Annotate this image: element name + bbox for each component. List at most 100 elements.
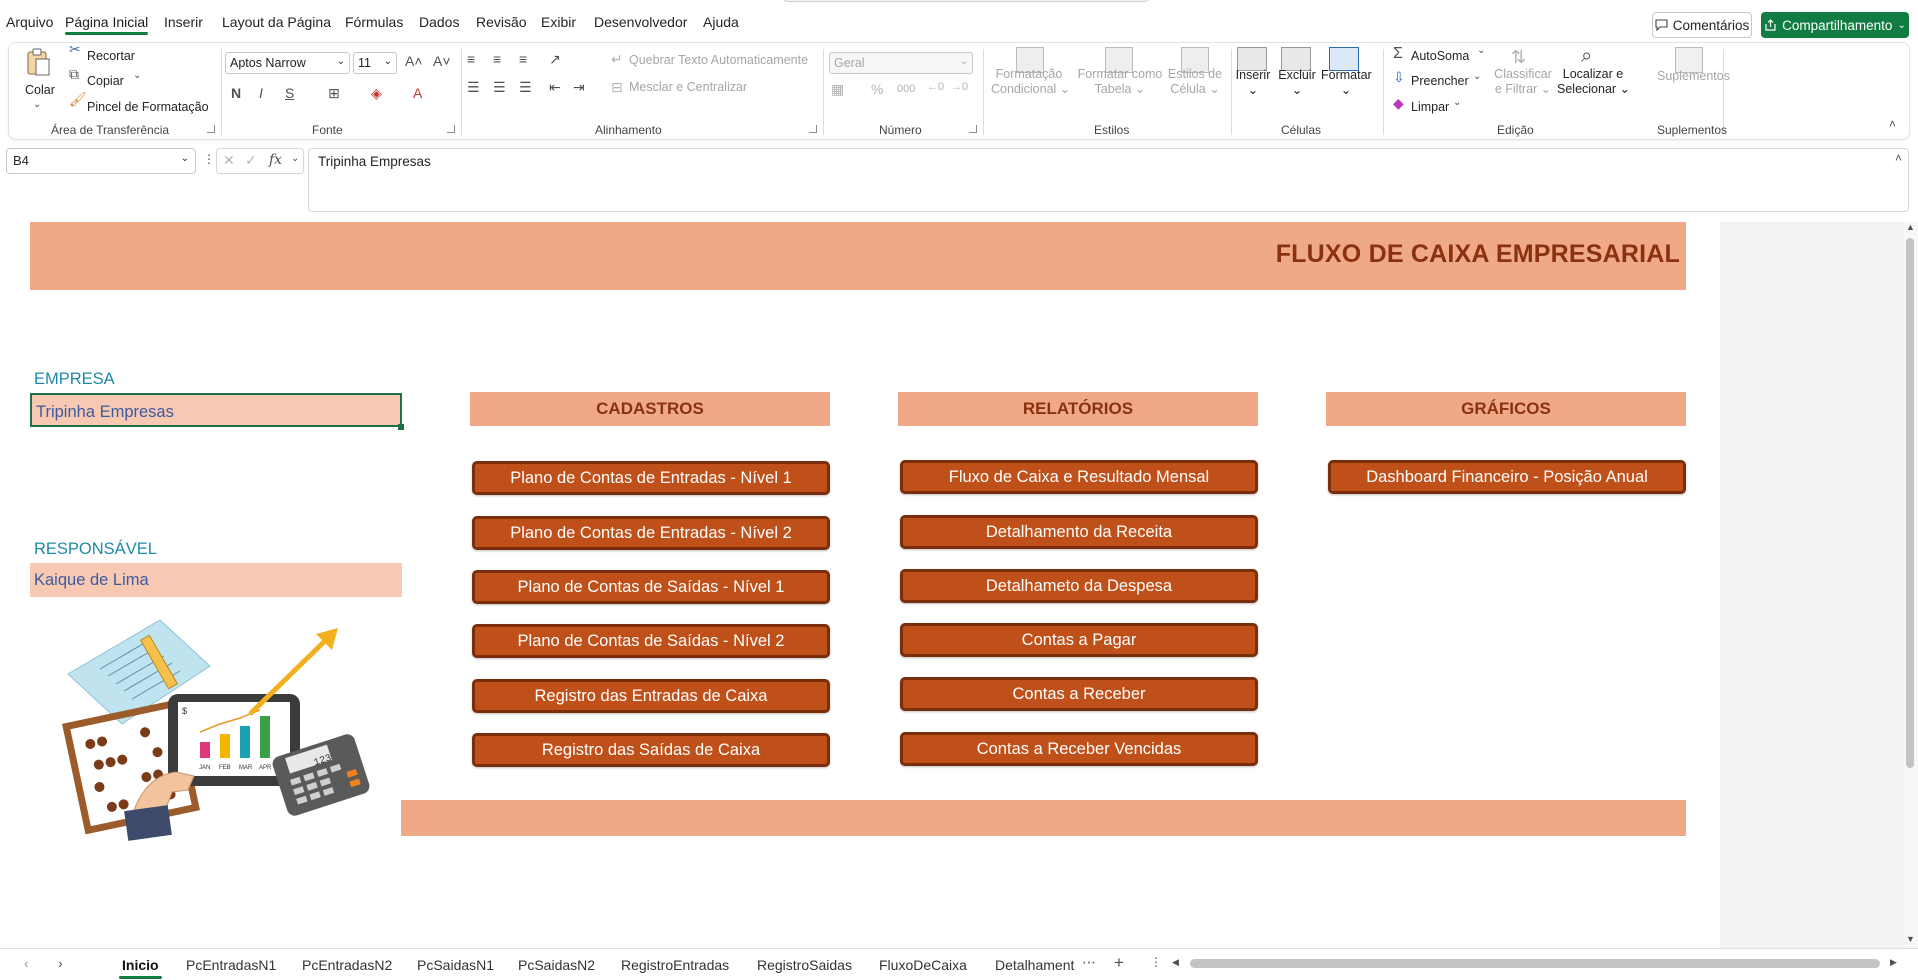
search-box[interactable] xyxy=(782,0,1150,2)
fill-color-icon[interactable]: ◈ xyxy=(371,85,382,102)
more-options-icon[interactable]: ⋮ xyxy=(203,152,215,166)
dashboard-financeiro-button[interactable]: Dashboard Financeiro - Posição Anual xyxy=(1328,460,1686,494)
detalhamento-receita-button[interactable]: Detalhamento da Receita xyxy=(900,515,1258,549)
contas-receber-button[interactable]: Contas a Receber xyxy=(900,677,1258,711)
name-box[interactable]: B4 ⌄ xyxy=(6,148,196,174)
format-painter-button[interactable]: Pincel de Formatação xyxy=(87,100,209,114)
menu-dados[interactable]: Dados xyxy=(419,14,459,30)
clear-dropdown-icon[interactable]: ⌄ xyxy=(1453,97,1461,108)
fill-handle[interactable] xyxy=(398,424,404,430)
cell-styles-button[interactable]: Estilos de Célula ⌄ xyxy=(1165,67,1225,97)
currency-icon[interactable]: ▦ xyxy=(831,81,844,98)
horizontal-scroll-thumb[interactable] xyxy=(1190,959,1880,968)
contas-receber-vencidas-button[interactable]: Contas a Receber Vencidas xyxy=(900,732,1258,766)
decrease-indent-icon[interactable]: ⇤ xyxy=(549,79,561,96)
expand-formula-icon[interactable]: ˄ xyxy=(1895,151,1902,165)
fill-dropdown-icon[interactable]: ⌄ xyxy=(1473,71,1481,82)
menu-formulas[interactable]: Fórmulas xyxy=(345,14,403,30)
paste-icon[interactable] xyxy=(25,47,51,77)
addins-button[interactable]: Suplementos xyxy=(1657,69,1730,84)
share-button[interactable]: Compartilhamento ⌄ xyxy=(1761,12,1909,38)
font-color-icon[interactable]: A xyxy=(413,85,422,101)
plano-entradas-n2-button[interactable]: Plano de Contas de Entradas - Nível 2 xyxy=(472,516,830,550)
orientation-icon[interactable]: ↗ xyxy=(549,51,561,68)
align-center-icon[interactable]: ☰ xyxy=(493,79,506,96)
next-sheet-icon[interactable]: › xyxy=(58,955,63,971)
bold-button[interactable]: N xyxy=(231,85,241,101)
plano-entradas-n1-button[interactable]: Plano de Contas de Entradas - Nível 1 xyxy=(472,461,830,495)
delete-cells-button[interactable]: Excluir ⌄ xyxy=(1275,68,1319,98)
font-name-select[interactable]: Aptos Narrow ⌄ xyxy=(225,52,350,74)
insert-function-icon[interactable]: fx xyxy=(269,152,282,168)
scroll-down-icon[interactable]: ▼ xyxy=(1906,934,1915,944)
menu-layout[interactable]: Layout da Página xyxy=(222,14,331,30)
tab-inicio[interactable]: Inicio xyxy=(119,957,162,979)
comments-button[interactable]: Comentários xyxy=(1652,12,1752,38)
tab-pcsaidasn2[interactable]: PcSaidasN2 xyxy=(518,957,595,973)
menu-arquivo[interactable]: Arquivo xyxy=(6,14,53,30)
autosum-dropdown-icon[interactable]: ⌄ xyxy=(1477,45,1485,56)
menu-desenvolvedor[interactable]: Desenvolvedor xyxy=(594,14,687,30)
scroll-up-icon[interactable]: ▲ xyxy=(1906,222,1915,232)
fluxo-caixa-mensal-button[interactable]: Fluxo de Caixa e Resultado Mensal xyxy=(900,460,1258,494)
scroll-left-icon[interactable]: ◀ xyxy=(1172,957,1179,968)
clipboard-launcher-icon[interactable] xyxy=(207,125,215,133)
enter-icon[interactable]: ✓ xyxy=(245,152,257,169)
tab-registroentradas[interactable]: RegistroEntradas xyxy=(621,957,729,973)
tab-registrosaidas[interactable]: RegistroSaidas xyxy=(757,957,852,973)
fill-button[interactable]: Preencher xyxy=(1411,74,1469,88)
tab-detalhament[interactable]: Detalhament xyxy=(995,957,1075,973)
menu-pagina-inicial[interactable]: Página Inicial xyxy=(65,14,149,35)
find-select-button[interactable]: Localizar e Selecionar ⌄ xyxy=(1557,67,1630,97)
sort-filter-button[interactable]: Classificar e Filtrar ⌄ xyxy=(1493,67,1553,97)
increase-decimal-icon[interactable]: ←0 xyxy=(927,81,944,93)
formula-input[interactable]: Tripinha Empresas ˄ xyxy=(308,148,1909,212)
tab-pcentradasn1[interactable]: PcEntradasN1 xyxy=(186,957,276,973)
font-launcher-icon[interactable] xyxy=(447,125,455,133)
menu-exibir[interactable]: Exibir xyxy=(541,14,576,30)
more-sheets-icon[interactable]: ⋯ xyxy=(1082,954,1096,971)
insert-cells-button[interactable]: Inserir ⌄ xyxy=(1231,68,1275,98)
number-format-select[interactable]: Geral ⌄ xyxy=(829,52,973,74)
company-field[interactable]: Tripinha Empresas xyxy=(30,393,402,427)
collapse-ribbon-icon[interactable]: ˄ xyxy=(1889,117,1896,131)
add-sheet-icon[interactable]: + xyxy=(1114,953,1124,973)
menu-inserir[interactable]: Inserir xyxy=(164,14,203,30)
font-size-select[interactable]: 11 ⌄ xyxy=(353,52,397,74)
responsible-field[interactable]: Kaique de Lima xyxy=(30,563,402,597)
registro-entradas-button[interactable]: Registro das Entradas de Caixa xyxy=(472,679,830,713)
underline-button[interactable]: S xyxy=(285,85,294,101)
align-left-icon[interactable]: ☰ xyxy=(467,79,480,96)
increase-indent-icon[interactable]: ⇥ xyxy=(573,79,585,96)
borders-icon[interactable]: ⊞ xyxy=(328,85,340,102)
menu-revisao[interactable]: Revisão xyxy=(476,14,527,30)
scroll-right-icon[interactable]: ▶ xyxy=(1890,957,1897,968)
align-right-icon[interactable]: ☰ xyxy=(519,79,532,96)
registro-saidas-button[interactable]: Registro das Saídas de Caixa xyxy=(472,733,830,767)
thousands-icon[interactable]: 000 xyxy=(897,83,915,95)
tab-pcsaidasn1[interactable]: PcSaidasN1 xyxy=(417,957,494,973)
decrease-decimal-icon[interactable]: →0 xyxy=(951,81,968,93)
plano-saidas-n1-button[interactable]: Plano de Contas de Saídas - Nível 1 xyxy=(472,570,830,604)
paste-button[interactable]: Colar xyxy=(25,83,55,98)
chevron-down-icon[interactable]: ⌄ xyxy=(291,153,299,164)
format-cells-button[interactable]: Formatar ⌄ xyxy=(1321,68,1372,98)
tab-pcentradasn2[interactable]: PcEntradasN2 xyxy=(302,957,392,973)
wrap-text-button[interactable]: Quebrar Texto Automaticamente xyxy=(629,53,808,67)
detalhamento-despesa-button[interactable]: Detalhameto da Despesa xyxy=(900,569,1258,603)
grow-font-icon[interactable]: A˄ xyxy=(405,53,423,69)
tab-fluxodecaixa[interactable]: FluxoDeCaixa xyxy=(879,957,967,973)
shrink-font-icon[interactable]: A˅ xyxy=(433,53,451,69)
number-launcher-icon[interactable] xyxy=(969,125,977,133)
sheet-options-icon[interactable]: ⋮ xyxy=(1150,955,1162,969)
align-middle-icon[interactable]: ≡ xyxy=(493,51,501,67)
menu-ajuda[interactable]: Ajuda xyxy=(703,14,739,30)
contas-pagar-button[interactable]: Contas a Pagar xyxy=(900,623,1258,657)
align-top-icon[interactable]: ≡ xyxy=(467,51,475,67)
plano-saidas-n2-button[interactable]: Plano de Contas de Saídas - Nível 2 xyxy=(472,624,830,658)
italic-button[interactable]: I xyxy=(259,85,263,101)
format-as-table-button[interactable]: Formatar como Tabela ⌄ xyxy=(1077,67,1163,97)
percent-icon[interactable]: % xyxy=(871,81,883,97)
cancel-icon[interactable]: ✕ xyxy=(223,152,235,169)
copy-dropdown-icon[interactable]: ⌄ xyxy=(133,70,141,81)
